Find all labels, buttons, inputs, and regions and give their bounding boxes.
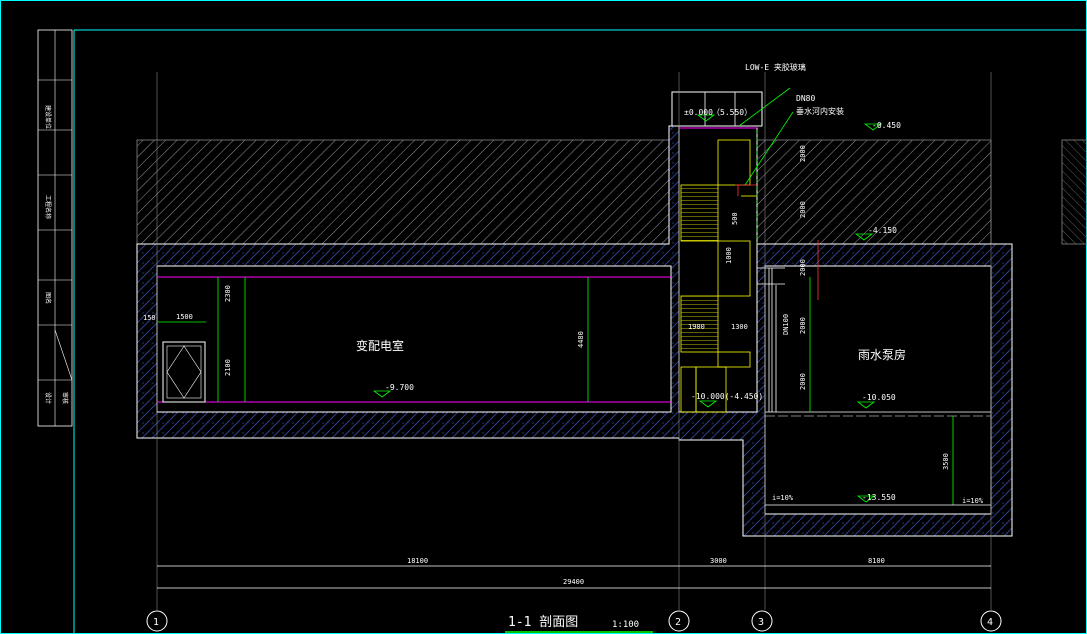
dim-2000-d: 2000 — [799, 317, 807, 334]
slope-right: i=10% — [962, 497, 984, 505]
pipe-label: DN80 — [796, 94, 815, 103]
elev-left-floor: -9.700 — [385, 383, 414, 392]
elev-pit-bottom: -13.550 — [862, 493, 896, 502]
elev-ground-paren: （5.550） — [712, 108, 752, 117]
pipe-note: 垂水河内安装 — [796, 106, 844, 116]
axis-label-2: 2 — [675, 617, 681, 628]
dim-span-3: 8100 — [868, 557, 885, 565]
left-room-label: 变配电室 — [356, 338, 404, 353]
elev-ground: ±0.000 — [684, 108, 713, 117]
dim-1500: 1500 — [176, 313, 193, 321]
dim-2000-a: 2000 — [799, 145, 807, 162]
title-block-r3: 图名 — [44, 292, 52, 304]
section-drawing: 建设单位 工程名称 图名 设计 审核 变配电室 雨水泵房 ±0.000 （5.5… — [0, 0, 1087, 634]
dim-2300: 2300 — [224, 285, 232, 302]
dim-500: 500 — [731, 212, 739, 225]
soil-far-right — [1061, 139, 1087, 245]
title-block-r5: 审核 — [61, 392, 69, 404]
title-block-r2: 工程名称 — [44, 195, 52, 219]
elev-stair-bottom: -10.000(-4.450) — [691, 392, 763, 401]
dim-1000: 1000 — [725, 247, 733, 264]
dim-span-1: 18100 — [407, 557, 428, 565]
title-block-r1: 建设单位 — [44, 105, 52, 129]
dim-total: 29400 — [563, 578, 584, 586]
axis-label-3: 3 — [758, 617, 764, 628]
dim-3500: 3500 — [942, 453, 950, 470]
dim-2000-e: 2000 — [799, 373, 807, 390]
slope-left: i=10% — [772, 494, 794, 502]
left-room-void — [156, 265, 672, 413]
stair-flight-1 — [680, 184, 719, 242]
dim-1300: 1300 — [731, 323, 748, 331]
glass-label: LOW-E 夹胶玻璃 — [745, 62, 806, 72]
dim-4480: 4480 — [577, 331, 585, 348]
axis-label-1: 1 — [153, 617, 159, 628]
title-block-r4: 设计 — [44, 392, 52, 404]
elev-top-right: -0.450 — [872, 121, 901, 130]
title-block: 建设单位 工程名称 图名 设计 审核 — [37, 29, 73, 427]
drawing-title: 1-1 剖面图 — [508, 615, 578, 630]
right-room-label: 雨水泵房 — [858, 347, 906, 362]
dim-150: 150 — [143, 314, 156, 322]
dim-2100: 2100 — [224, 359, 232, 376]
soil-left — [136, 139, 670, 245]
dim-2000-c: 2000 — [799, 259, 807, 276]
dim-1900: 1900 — [688, 323, 705, 331]
dim-2000-b: 2000 — [799, 201, 807, 218]
elev-pump-floor: -10.050 — [862, 393, 896, 402]
dim-span-2: 3000 — [710, 557, 727, 565]
axis-label-4: 4 — [987, 617, 993, 628]
drawing-scale: 1:100 — [612, 620, 639, 630]
elev-mid-right: -4.150 — [868, 226, 897, 235]
dim-dn100: DN100 — [782, 314, 790, 335]
